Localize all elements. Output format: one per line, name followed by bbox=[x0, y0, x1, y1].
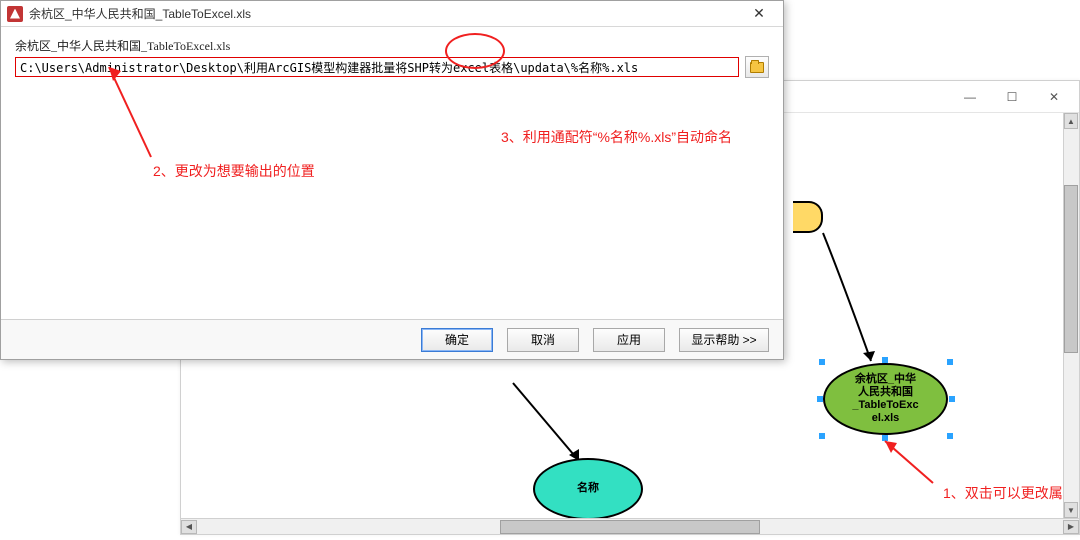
annotation-text-1: 1、双击可以更改属 bbox=[943, 483, 1063, 503]
minimize-button[interactable]: — bbox=[949, 84, 991, 110]
app-icon bbox=[7, 6, 23, 22]
node-label: 余杭区_中华 人民共和国 _TableToExc el.xls bbox=[852, 373, 918, 426]
scroll-up-arrow[interactable]: ▲ bbox=[1064, 113, 1078, 129]
model-output-node[interactable]: 余杭区_中华 人民共和国 _TableToExc el.xls bbox=[823, 363, 948, 435]
output-parameter-dialog: 余杭区_中华人民共和国_TableToExcel.xls ✕ 余杭区_中华人民共… bbox=[0, 0, 784, 360]
show-help-button[interactable]: 显示帮助 >> bbox=[679, 328, 769, 352]
folder-icon bbox=[750, 62, 764, 73]
scroll-track[interactable] bbox=[1064, 129, 1078, 502]
annotation-arrow-1 bbox=[873, 433, 953, 493]
dialog-titlebar[interactable]: 余杭区_中华人民共和国_TableToExcel.xls ✕ bbox=[1, 1, 783, 27]
scroll-track[interactable] bbox=[197, 520, 1063, 534]
scroll-left-arrow[interactable]: ◀ bbox=[181, 520, 197, 534]
scroll-right-arrow[interactable]: ▶ bbox=[1063, 520, 1079, 534]
scroll-down-arrow[interactable]: ▼ bbox=[1064, 502, 1078, 518]
model-variable-node-name[interactable]: 名称 bbox=[533, 458, 643, 518]
dialog-footer: 确定 取消 应用 显示帮助 >> bbox=[1, 319, 783, 359]
close-button[interactable]: ✕ bbox=[1033, 84, 1075, 110]
node-label: 名称 bbox=[577, 482, 599, 495]
selection-handle[interactable] bbox=[947, 359, 953, 365]
horizontal-scrollbar[interactable]: ◀ ▶ bbox=[181, 518, 1079, 534]
selection-handle[interactable] bbox=[949, 396, 955, 402]
browse-button[interactable] bbox=[745, 56, 769, 78]
output-path-input[interactable] bbox=[15, 57, 739, 77]
annotation-text-3: 3、利用通配符“%名称%.xls”自动命名 bbox=[501, 127, 732, 147]
selection-handle[interactable] bbox=[882, 435, 888, 441]
vertical-scrollbar[interactable]: ▲ ▼ bbox=[1063, 113, 1079, 518]
selection-handle[interactable] bbox=[819, 433, 825, 439]
field-label: 余杭区_中华人民共和国_TableToExcel.xls bbox=[15, 37, 769, 54]
cancel-button[interactable]: 取消 bbox=[507, 328, 579, 352]
annotation-text-2: 2、更改为想要输出的位置 bbox=[153, 161, 315, 181]
selection-handle[interactable] bbox=[817, 396, 823, 402]
scroll-thumb[interactable] bbox=[500, 520, 760, 534]
close-icon[interactable]: ✕ bbox=[739, 3, 779, 25]
ok-button[interactable]: 确定 bbox=[421, 328, 493, 352]
highlight-circle bbox=[445, 33, 505, 69]
selection-handle[interactable] bbox=[882, 357, 888, 363]
model-tool-node[interactable] bbox=[793, 201, 823, 233]
apply-button[interactable]: 应用 bbox=[593, 328, 665, 352]
selection-handle[interactable] bbox=[947, 433, 953, 439]
dialog-title: 余杭区_中华人民共和国_TableToExcel.xls bbox=[29, 5, 739, 22]
maximize-button[interactable]: ☐ bbox=[991, 84, 1033, 110]
dialog-body: 余杭区_中华人民共和国_TableToExcel.xls 2、更改为想要输出的位… bbox=[1, 27, 783, 319]
scroll-thumb[interactable] bbox=[1064, 185, 1078, 353]
selection-handle[interactable] bbox=[819, 359, 825, 365]
